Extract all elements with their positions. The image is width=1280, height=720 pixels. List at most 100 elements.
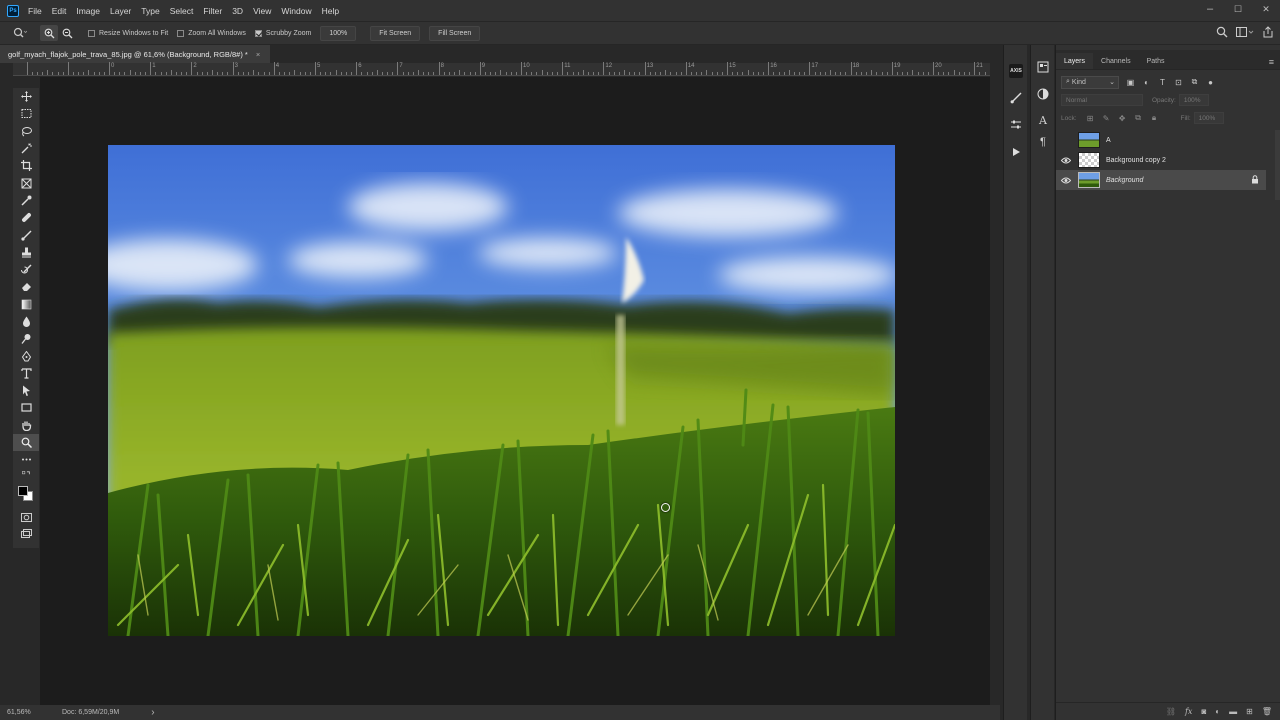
- zoom-all-windows-checkbox[interactable]: Zoom All Windows: [177, 29, 246, 37]
- layers-scrollbar[interactable]: [1275, 130, 1280, 200]
- menu-type[interactable]: Type: [141, 6, 159, 16]
- maximize-button[interactable]: ☐: [1224, 0, 1252, 18]
- status-arrow-icon[interactable]: ›: [151, 707, 154, 718]
- menu-window[interactable]: Window: [281, 6, 311, 16]
- gradient-tool-icon[interactable]: [13, 296, 39, 313]
- layer-row[interactable]: A: [1056, 130, 1266, 150]
- clone-stamp-tool-icon[interactable]: [13, 244, 39, 261]
- document-image[interactable]: [108, 145, 895, 636]
- delete-layer-icon[interactable]: 🗑︎: [1262, 707, 1272, 716]
- menu-filter[interactable]: Filter: [203, 6, 222, 16]
- play-actions-icon[interactable]: [1004, 138, 1028, 165]
- tab-paths[interactable]: Paths: [1139, 53, 1173, 69]
- smart-object-filter-icon[interactable]: ⧉: [1190, 77, 1199, 87]
- document-tab[interactable]: golf_myach_flajok_pole_trava_85.jpg @ 61…: [0, 45, 270, 63]
- screen-mode-icon[interactable]: [13, 526, 39, 543]
- path-selection-tool-icon[interactable]: [13, 382, 39, 399]
- lock-position-icon[interactable]: ✥: [1118, 114, 1127, 123]
- filter-toggle-icon[interactable]: ●: [1206, 78, 1215, 87]
- minimize-button[interactable]: –: [1196, 0, 1224, 18]
- rectangle-tool-icon[interactable]: [13, 399, 39, 416]
- crop-tool-icon[interactable]: [13, 157, 39, 174]
- ruler-tick: [917, 72, 919, 75]
- lock-all-icon[interactable]: 🔒︎: [1150, 113, 1159, 123]
- fill-screen-button[interactable]: Fill Screen: [429, 25, 481, 41]
- menu-edit[interactable]: Edit: [52, 6, 67, 16]
- magic-wand-tool-icon[interactable]: [13, 140, 39, 157]
- color-swatches[interactable]: [13, 483, 39, 505]
- layer-row-selected[interactable]: Background: [1056, 170, 1266, 190]
- tab-layers[interactable]: Layers: [1056, 53, 1094, 69]
- marquee-tool-icon[interactable]: [13, 105, 39, 122]
- new-group-icon[interactable]: ▬: [1229, 707, 1237, 716]
- workspace-icon[interactable]: [1236, 26, 1254, 40]
- lock-pixels-icon[interactable]: ⊞: [1086, 114, 1095, 123]
- link-layers-icon[interactable]: ⛓︎: [1166, 707, 1176, 716]
- eye-icon[interactable]: [1056, 157, 1076, 164]
- layer-style-icon[interactable]: fx: [1185, 707, 1192, 716]
- zoom-in-icon[interactable]: [40, 25, 58, 41]
- type-tool-icon[interactable]: [13, 365, 39, 382]
- shape-filter-icon[interactable]: ⊡: [1174, 78, 1183, 87]
- history-brush-tool-icon[interactable]: [13, 261, 39, 278]
- axis-icon[interactable]: AXIS: [1004, 57, 1028, 84]
- menu-3d[interactable]: 3D: [232, 6, 243, 16]
- fit-screen-button[interactable]: Fit Screen: [370, 25, 421, 41]
- more-tools-icon[interactable]: [13, 451, 39, 468]
- brush-tool-icon[interactable]: [13, 226, 39, 243]
- pixel-filter-icon[interactable]: ▣: [1126, 78, 1135, 87]
- blur-tool-icon[interactable]: [13, 313, 39, 330]
- close-button[interactable]: ✕: [1252, 0, 1280, 18]
- zoom-tool-icon[interactable]: [13, 433, 39, 452]
- foreground-color-swatch[interactable]: [18, 485, 28, 496]
- search-icon[interactable]: [1216, 26, 1228, 40]
- scrubby-zoom-checkbox[interactable]: Scrubby Zoom: [254, 29, 311, 37]
- kind-filter-select[interactable]: ⌕ Kind ⌄: [1061, 75, 1119, 89]
- fill-input[interactable]: 100%: [1193, 112, 1224, 124]
- new-adjustment-icon[interactable]: ◐: [1215, 707, 1220, 716]
- tab-channels[interactable]: Channels: [1093, 53, 1139, 69]
- move-tool-icon[interactable]: [13, 88, 39, 105]
- ruler-tick: [150, 62, 152, 75]
- healing-brush-tool-icon[interactable]: [13, 209, 39, 226]
- character-icon[interactable]: A: [1031, 107, 1055, 134]
- close-tab-icon[interactable]: ×: [256, 50, 260, 59]
- lock-artboard-icon[interactable]: ⧉: [1134, 113, 1143, 123]
- zoom-tool-preset-icon[interactable]: [8, 25, 32, 41]
- adjustments-icon[interactable]: [1031, 80, 1055, 107]
- zoom-out-icon[interactable]: [58, 25, 76, 41]
- dodge-tool-icon[interactable]: [13, 330, 39, 347]
- pen-tool-icon[interactable]: [13, 347, 39, 364]
- menu-image[interactable]: Image: [76, 6, 100, 16]
- hand-tool-icon[interactable]: [13, 417, 39, 434]
- menu-file[interactable]: File: [28, 6, 42, 16]
- lock-image-icon[interactable]: ✎: [1102, 114, 1111, 123]
- menu-layer[interactable]: Layer: [110, 6, 131, 16]
- eyedropper-tool-icon[interactable]: [13, 192, 39, 209]
- frame-tool-icon[interactable]: [13, 174, 39, 191]
- eye-icon[interactable]: [1056, 177, 1076, 184]
- adjustments-sliders-icon[interactable]: [1004, 111, 1028, 138]
- add-mask-icon[interactable]: ◙: [1201, 707, 1206, 716]
- menu-view[interactable]: View: [253, 6, 271, 16]
- paragraph-icon[interactable]: ¶: [1031, 134, 1055, 150]
- brush-settings-icon[interactable]: [1004, 84, 1028, 111]
- zoom-100-button[interactable]: 100%: [320, 25, 357, 41]
- resize-windows-checkbox[interactable]: Resize Windows to Fit: [88, 29, 168, 37]
- panel-menu-icon[interactable]: ≡: [1269, 57, 1274, 67]
- type-filter-icon[interactable]: T: [1158, 78, 1167, 87]
- properties-icon[interactable]: [1031, 53, 1055, 80]
- layer-row[interactable]: Background copy 2: [1056, 150, 1266, 170]
- blend-mode-select[interactable]: Normal: [1061, 94, 1143, 106]
- menu-select[interactable]: Select: [170, 6, 194, 16]
- adjustment-filter-icon[interactable]: ◐: [1142, 78, 1151, 87]
- menu-help[interactable]: Help: [322, 6, 339, 16]
- quick-mask-icon[interactable]: [13, 509, 39, 526]
- eraser-tool-icon[interactable]: [13, 278, 39, 295]
- share-icon[interactable]: [1262, 26, 1274, 40]
- opacity-input[interactable]: 100%: [1178, 94, 1209, 106]
- swap-colors-icon[interactable]: [13, 469, 39, 483]
- new-layer-icon[interactable]: ⊞: [1246, 707, 1253, 716]
- status-zoom[interactable]: 61,56%: [7, 709, 62, 716]
- lasso-tool-icon[interactable]: [13, 123, 39, 140]
